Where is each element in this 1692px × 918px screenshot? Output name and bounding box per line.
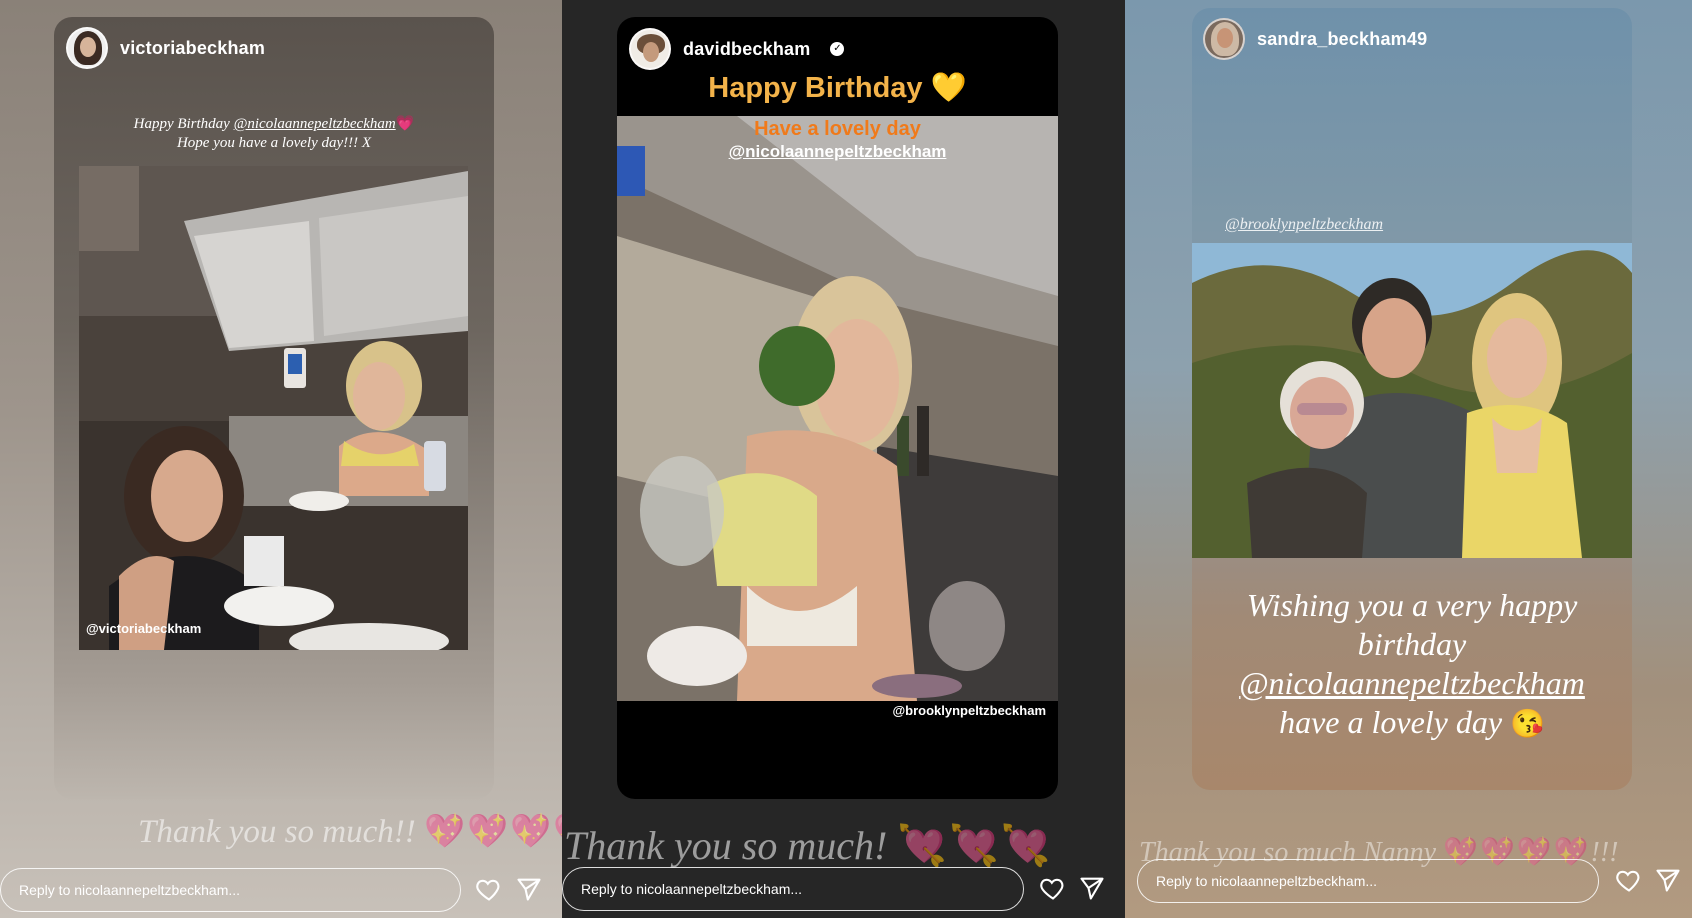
wish-line-1: Wishing you a very happy [1246, 587, 1578, 623]
garden-photo [1192, 243, 1632, 558]
story-panel-david: davidbeckham ✓ Happy Birthday 💛 Have a l… [562, 0, 1125, 918]
heart-icon[interactable] [475, 875, 503, 903]
exclamation-marks: !!! [1590, 837, 1619, 868]
kiss-emoji: 😘 [1510, 709, 1545, 740]
heart-icon[interactable] [1039, 874, 1067, 902]
story-card: davidbeckham ✓ Happy Birthday 💛 Have a l… [617, 17, 1058, 799]
pink-heart-emoji: 💗 [395, 116, 415, 132]
thank-you-text: Thank you so much! 💘💘💘 [564, 822, 1053, 869]
reply-input[interactable]: Reply to nicolaannepeltzbeckham... [0, 868, 461, 912]
heart-icon[interactable] [1615, 866, 1643, 894]
story-photo [79, 166, 468, 650]
kitchen-photo [79, 166, 468, 650]
thank-you-message: Thank you so much!! [138, 814, 416, 850]
avatar[interactable] [1203, 18, 1245, 60]
story-photo [1192, 243, 1632, 558]
story-panel-victoria: victoriabeckham Happy Birthday @nicolaan… [0, 0, 562, 918]
photo-tag[interactable]: @brooklynpeltzbeckham [892, 703, 1046, 718]
reply-input[interactable]: Reply to nicolaannepeltzbeckham... [562, 867, 1024, 911]
birthday-title: Happy Birthday 💛 [617, 71, 1058, 105]
stories-collage: victoriabeckham Happy Birthday @nicolaan… [0, 0, 1692, 918]
caption-text: Happy Birthday [133, 116, 230, 132]
story-header[interactable]: davidbeckham ✓ [629, 28, 845, 70]
story-header[interactable]: victoriabeckham [66, 27, 265, 69]
avatar[interactable] [66, 27, 108, 69]
hearts-emoji: 💖💖💖💖 [423, 814, 562, 850]
avatar[interactable] [629, 28, 671, 70]
username[interactable]: davidbeckham [683, 39, 810, 60]
caption-mention[interactable]: @nicolaannepeltzbeckham [234, 116, 396, 132]
story-header[interactable]: sandra_beckham49 [1203, 18, 1427, 60]
lovely-day-subtitle: Have a lovely day [754, 118, 921, 140]
send-icon[interactable] [1654, 866, 1682, 894]
verified-icon: ✓ [830, 42, 845, 56]
story-photo [617, 116, 1058, 701]
send-icon[interactable] [1078, 874, 1106, 902]
caption-text-2: Hope you have a lovely day!!! X [176, 135, 372, 151]
story-card: sandra_beckham49 @brooklynpeltzbeckham W… [1192, 8, 1632, 790]
wish-line-3: have a lovely day [1279, 704, 1503, 740]
birthday-title-text: Happy Birthday [708, 72, 923, 104]
photo-tag[interactable]: @victoriabeckham [86, 621, 201, 636]
thank-you-text: Thank you so much!! 💖💖💖💖 [138, 812, 562, 851]
thank-you-message: Thank you so much! [564, 823, 888, 868]
yellow-heart-emoji: 💛 [930, 72, 967, 104]
username[interactable]: sandra_beckham49 [1257, 29, 1427, 50]
story-card: victoriabeckham Happy Birthday @nicolaan… [54, 17, 494, 799]
story-panel-sandra: sandra_beckham49 @brooklynpeltzbeckham W… [1125, 0, 1692, 918]
story-caption: Happy Birthday @nicolaannepeltzbeckham💗 … [54, 115, 494, 153]
wish-message: Wishing you a very happy birthday @nicol… [1192, 586, 1632, 744]
wish-line-2: birthday [1357, 626, 1467, 662]
photo-tag[interactable]: @brooklynpeltzbeckham [1225, 216, 1383, 234]
dinner-photo [617, 116, 1058, 701]
story-mention[interactable]: @nicolaannepeltzbeckham [617, 142, 1058, 162]
wish-mention[interactable]: @nicolaannepeltzbeckham [1192, 664, 1632, 703]
hearts-emoji: 💘💘💘 [897, 823, 1053, 868]
username[interactable]: victoriabeckham [120, 38, 265, 59]
send-icon[interactable] [515, 875, 543, 903]
reply-input[interactable]: Reply to nicolaannepeltzbeckham... [1137, 859, 1599, 903]
